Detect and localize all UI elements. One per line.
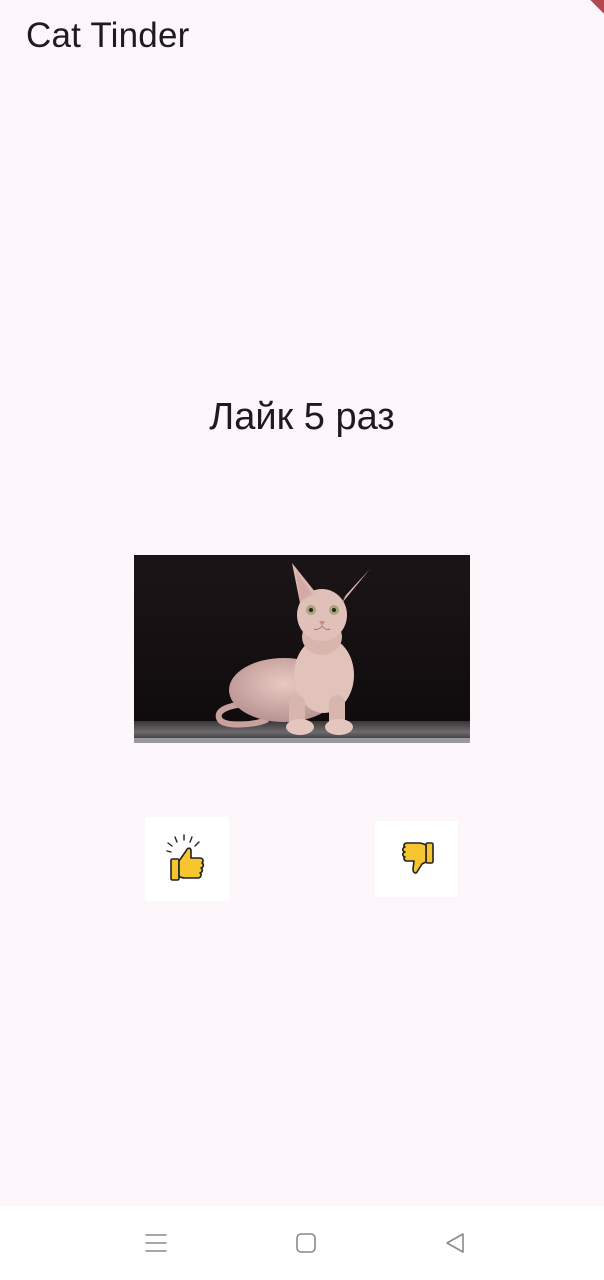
back-icon [446,1233,464,1253]
menu-icon [145,1234,167,1252]
nav-menu-button[interactable] [136,1226,176,1260]
debug-banner [564,0,604,40]
thumbs-down-icon [401,842,434,874]
dislike-button[interactable] [375,821,458,897]
home-icon [296,1233,316,1253]
cat-photo [134,555,470,743]
app-screen: Cat Tinder Лайк 5 раз [0,0,604,1206]
nav-back-button[interactable] [435,1226,475,1260]
thumbs-up-icon [166,834,205,881]
nav-home-button[interactable] [286,1226,326,1260]
system-navigation-bar [0,1206,604,1280]
like-button[interactable] [145,817,229,901]
app-title: Cat Tinder [26,16,190,55]
like-count-text: Лайк 5 раз [209,396,395,438]
